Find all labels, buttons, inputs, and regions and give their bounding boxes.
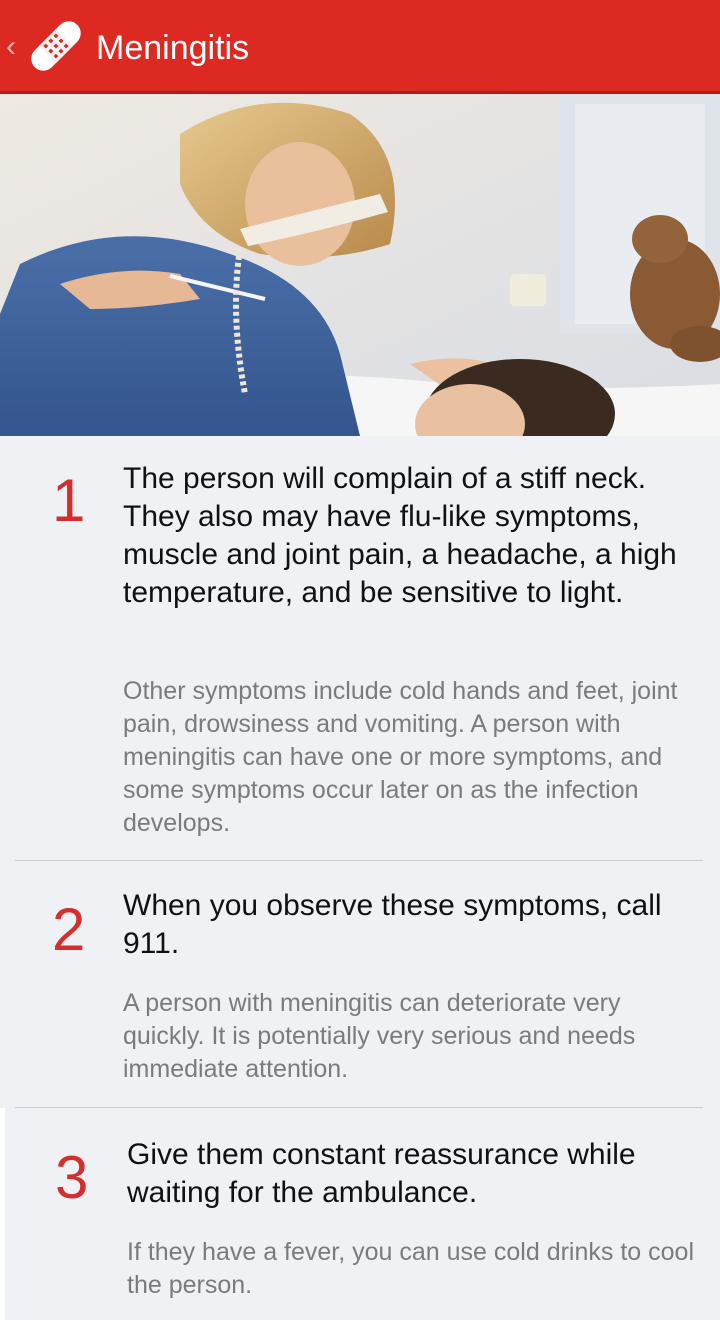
step-number: 3 [55, 1144, 89, 1211]
card-edge [0, 1108, 5, 1320]
step-heading: Give them constant reassurance while wai… [127, 1138, 636, 1209]
step-detail: A person with meningitis can deteriorate… [123, 989, 636, 1083]
step-detail: If they have a fever, you can use cold d… [127, 1238, 694, 1299]
step-heading: When you observe these symptoms, call 91… [123, 889, 662, 960]
hero-image [0, 94, 720, 436]
divider [15, 1107, 703, 1108]
divider [15, 860, 703, 861]
app-bar: ‹ Meningitis [0, 0, 720, 94]
page-title: Meningitis [96, 29, 250, 67]
step-detail: Other symptoms include cold hands and fe… [123, 677, 678, 837]
step-number: 1 [52, 467, 86, 534]
chevron-left-icon[interactable]: ‹ [6, 30, 24, 64]
bandage-icon[interactable] [24, 14, 88, 78]
step-number: 2 [52, 896, 86, 963]
step-heading: The person will complain of a stiff neck… [123, 462, 677, 609]
